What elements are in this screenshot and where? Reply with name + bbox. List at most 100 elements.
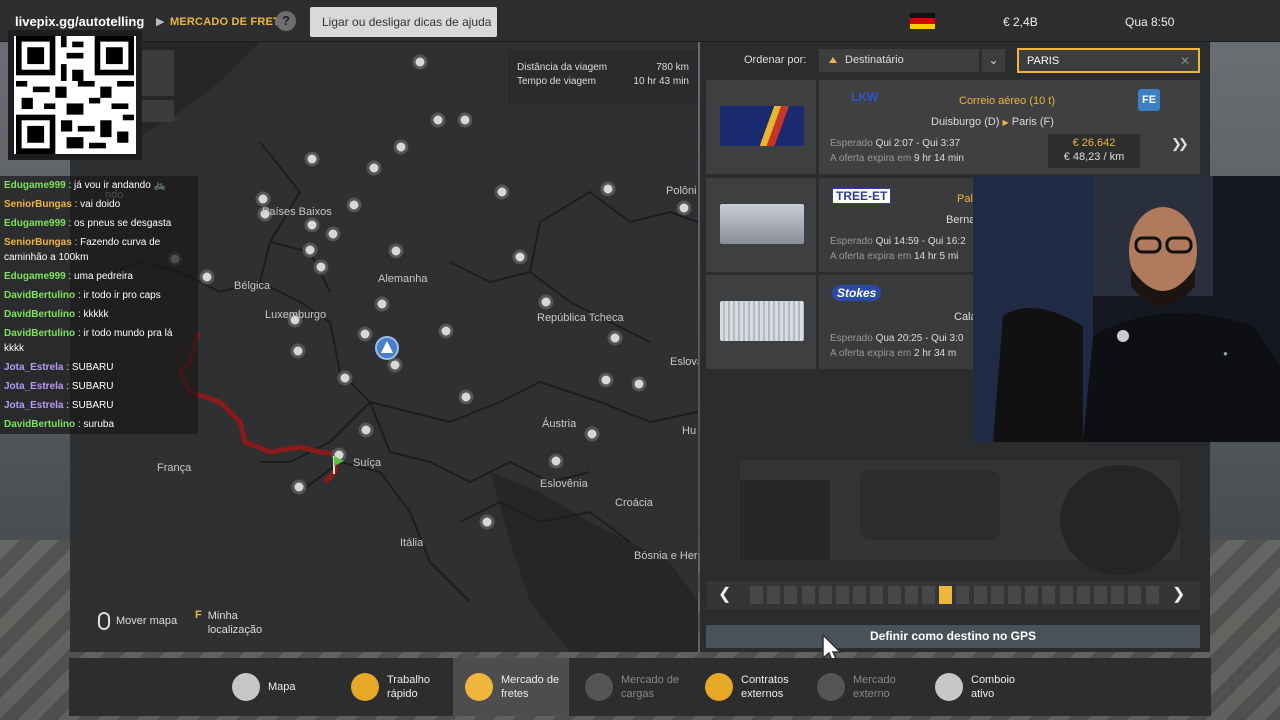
pager-segment[interactable]	[939, 586, 953, 604]
map-label-paises-baixos: Países Baixos	[262, 206, 332, 218]
price-per-km: € 48,23 / km	[1063, 151, 1125, 163]
map-label-belgica: Bélgica	[234, 280, 271, 292]
company-logo: LKW	[851, 90, 879, 104]
pager-prev-icon[interactable]: ❮	[718, 584, 731, 604]
pager-segment[interactable]	[1128, 586, 1142, 604]
germany-flag-icon	[910, 13, 935, 29]
chat-message: Edugame999 : uma pedreira	[0, 267, 198, 286]
pager-segment[interactable]	[887, 586, 901, 604]
map-label-eslova: Eslova	[670, 356, 698, 368]
bottom-navigation: Mapa Trabalho rápido Mercado de fretes Merc…	[69, 658, 1211, 716]
trabalho-rapido-icon	[351, 673, 379, 701]
help-tooltip: Ligar ou desligar dicas de ajuda	[310, 7, 497, 37]
nav-contratos-externos[interactable]: Contratos externos	[705, 658, 815, 716]
webcam-overlay: ●	[973, 176, 1280, 442]
key-f-icon: F	[195, 609, 202, 621]
chat-text: SUBARU	[71, 400, 114, 411]
help-toggle-button[interactable]: ?	[276, 11, 296, 31]
chat-text: os pneus se desgasta	[74, 218, 172, 229]
nav-trabalho-rapido[interactable]: Trabalho rápido	[351, 658, 461, 716]
pager-next-icon[interactable]: ❯	[1172, 584, 1185, 604]
map-label-bosnia: Bósnia e Herz	[634, 550, 698, 562]
chat-text: vai doido	[80, 199, 121, 210]
origin: Duisburgo (D)	[931, 116, 1000, 128]
sort-select[interactable]: Destinatário	[819, 49, 979, 72]
pager-segment[interactable]	[750, 586, 763, 604]
sort-value: Destinatário	[845, 54, 904, 66]
pager-segment[interactable]	[801, 586, 815, 604]
nav-mercado-externo[interactable]: Mercado externo	[817, 658, 927, 716]
pager-segment[interactable]	[1059, 586, 1073, 604]
pager-segment[interactable]	[1042, 586, 1056, 604]
chat-username: Edugame999	[4, 180, 66, 191]
pager-segment[interactable]	[784, 586, 798, 604]
game-clock: Qua 8:50	[1125, 15, 1175, 29]
pager-segment[interactable]	[836, 586, 849, 604]
nav-mapa[interactable]: Mapa	[232, 658, 332, 716]
chat-username: Edugame999	[4, 218, 66, 229]
nav-comboio-ativo[interactable]: Comboio ativo	[935, 658, 1045, 716]
trip-info-box: Distância da viagem 780 km Tempo de viage…	[508, 50, 698, 104]
sort-label: Ordenar por:	[744, 54, 807, 66]
job-offer[interactable]: LKW Correio aéreo (10 t) FE Duisburgo (D…	[706, 80, 1200, 174]
search-input[interactable]	[1019, 50, 1169, 71]
search-box[interactable]: ✕	[1017, 48, 1200, 73]
pager-segment[interactable]	[1111, 586, 1125, 604]
map-label-italia: Itália	[400, 537, 424, 549]
chat-message: DavidBertulino : kkkkk	[0, 305, 198, 324]
price-box: € 26.642 € 48,23 / km	[1048, 134, 1140, 168]
pager-segment[interactable]	[767, 586, 781, 604]
pager-segment[interactable]	[1008, 586, 1021, 604]
comboio-ativo-icon	[935, 673, 963, 701]
offer-expiry: A oferta expira em 14 hr 5 mi	[830, 251, 959, 262]
chat-message: DavidBertulino : ir todo ir pro caps	[0, 286, 198, 305]
sort-ascending-icon	[829, 57, 837, 63]
chevron-down-icon: ⌄	[988, 53, 999, 67]
map-label-republica-tcheca: República Tcheca	[537, 312, 625, 324]
mercado-de-fretes-icon	[465, 673, 493, 701]
cargo-type: Correio aéreo (10 t)	[959, 95, 1055, 107]
mouse-icon	[98, 612, 110, 630]
company-logo: TREE-ET	[832, 188, 892, 204]
chat-text: kkkkk	[83, 309, 109, 320]
offer-expiry: A oferta expira em 9 hr 14 min	[830, 153, 964, 164]
nav-label: Mapa	[268, 681, 296, 693]
mercado-de-cargas-icon	[585, 673, 613, 701]
pager-segment[interactable]	[1025, 586, 1039, 604]
pager-segment[interactable]	[818, 586, 832, 604]
my-location-hint[interactable]: F Minha localização	[195, 609, 268, 637]
chat-username: DavidBertulino	[4, 328, 76, 339]
chat-username: DavidBertulino	[4, 419, 76, 430]
stream-chat: Edugame999 : já vou ir andando 🚲 SeniorBu…	[0, 176, 198, 434]
contratos-externos-icon	[705, 673, 733, 701]
set-gps-destination-button[interactable]: Definir como destino no GPS	[706, 625, 1200, 648]
chat-message: SeniorBungas : vai doido	[0, 195, 198, 214]
nav-mercado-de-cargas[interactable]: Mercado de cargas	[585, 658, 695, 716]
breadcrumb-arrow-icon: ▶	[156, 16, 165, 28]
chat-message: DavidBertulino : suruba	[0, 415, 198, 434]
pager-segment[interactable]	[956, 586, 970, 604]
pager-segment[interactable]	[1076, 586, 1090, 604]
pager-segment[interactable]	[973, 586, 987, 604]
truck-silhouette	[740, 460, 1180, 575]
pager-segment[interactable]	[922, 586, 935, 604]
chat-message: Jota_Estrela : SUBARU	[0, 377, 198, 396]
double-chevron-right-icon[interactable]: ❯❯	[1171, 136, 1189, 152]
origin: Berna	[946, 214, 976, 226]
pager-segment[interactable]	[853, 586, 867, 604]
nav-label: Mercado de cargas	[621, 674, 680, 700]
chat-username: DavidBertulino	[4, 290, 76, 301]
pager-segment[interactable]	[990, 586, 1004, 604]
clear-search-icon[interactable]: ✕	[1180, 54, 1190, 68]
map-label-suica: Suíça	[353, 457, 382, 469]
chat-username: Edugame999	[4, 271, 66, 282]
pager-segment[interactable]	[904, 586, 918, 604]
truck-preview	[700, 440, 1210, 580]
pager-segment[interactable]	[1094, 586, 1107, 604]
map-label-croacia: Croácia	[615, 497, 654, 509]
nav-mercado-de-fretes[interactable]: Mercado de fretes	[453, 658, 569, 716]
pager-segment[interactable]	[1145, 586, 1159, 604]
pager-segment[interactable]	[870, 586, 884, 604]
sort-dropdown-button[interactable]: ⌄	[982, 49, 1005, 72]
nav-label: Trabalho rápido	[387, 674, 431, 700]
